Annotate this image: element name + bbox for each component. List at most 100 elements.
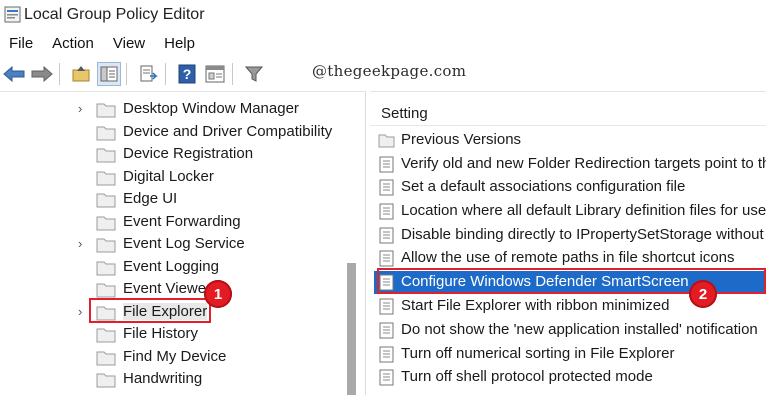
chevron-right-icon[interactable]: ›	[78, 101, 82, 116]
toolbar-separator	[165, 63, 166, 85]
annotation-badge-1: 1	[204, 280, 232, 308]
policy-setting-icon	[379, 250, 394, 267]
settings-item-label: Turn off numerical sorting in File Explo…	[401, 345, 675, 362]
help-button[interactable]: ?	[175, 62, 199, 86]
properties-icon	[205, 65, 225, 83]
settings-item-label: Disable binding directly to IPropertySet…	[401, 226, 766, 243]
tree-item-label: Edge UI	[123, 190, 178, 207]
folder-icon	[96, 103, 116, 118]
window-title: Local Group Policy Editor	[24, 6, 205, 23]
folder-icon	[96, 193, 116, 208]
menu-action[interactable]: Action	[52, 33, 94, 55]
help-icon: ?	[178, 64, 196, 84]
settings-item-policy[interactable]: Turn off shell protocol protected mode	[374, 366, 766, 389]
tree-item-label: Event Viewer	[123, 280, 212, 297]
settings-item-label: Verify old and new Folder Redirection ta…	[401, 155, 766, 172]
menu-file[interactable]: File	[9, 33, 33, 55]
menu-help[interactable]: Help	[164, 33, 195, 55]
tree-item-label: File History	[123, 325, 199, 342]
tree-item-desktop-window-manager[interactable]: › Desktop Window Manager	[0, 99, 346, 121]
tree-item-event-logging[interactable]: Event Logging	[0, 257, 346, 279]
settings-item-label: Start File Explorer with ribbon minimize…	[401, 297, 670, 314]
tree-item-device-driver-compatibility[interactable]: Device and Driver Compatibility	[0, 122, 346, 144]
tree-scrollbar-thumb[interactable]	[347, 263, 356, 395]
tree-item-label: Event Log Service	[123, 235, 245, 252]
settings-item-label: Allow the use of remote paths in file sh…	[401, 249, 735, 266]
settings-pane: Setting Previous Versions Verify old and…	[370, 91, 766, 395]
menu-view[interactable]: View	[113, 33, 145, 55]
folder-icon	[96, 283, 116, 298]
export-list-icon	[140, 65, 158, 82]
properties-button[interactable]	[203, 62, 227, 86]
show-hide-tree-icon	[100, 66, 118, 82]
policy-setting-icon	[379, 346, 394, 363]
forward-button[interactable]	[30, 62, 54, 86]
tree-item-handwriting[interactable]: Handwriting	[0, 369, 346, 391]
header-divider	[370, 125, 766, 126]
settings-item-policy[interactable]: Location where all default Library defin…	[374, 200, 766, 223]
tree-item-event-log-service[interactable]: › Event Log Service	[0, 234, 346, 256]
back-button[interactable]	[2, 62, 26, 86]
folder-icon	[96, 216, 116, 231]
policy-setting-icon	[379, 203, 394, 220]
folder-icon	[96, 373, 116, 388]
tree-item-label: Device Registration	[123, 145, 254, 162]
settings-item-policy[interactable]: Verify old and new Folder Redirection ta…	[374, 153, 766, 176]
policy-setting-icon	[379, 369, 394, 386]
settings-item-label: Set a default associations configuration…	[401, 178, 686, 195]
folder-icon	[96, 148, 116, 163]
settings-item-policy[interactable]: Disable binding directly to IPropertySet…	[374, 224, 766, 247]
tree-item-label: Desktop Window Manager	[123, 100, 299, 117]
svg-text:?: ?	[183, 66, 192, 82]
tree-item-label: Digital Locker	[123, 168, 214, 185]
folder-icon	[96, 238, 116, 253]
folder-icon	[96, 171, 116, 186]
folder-icon	[378, 134, 395, 148]
tree-item-label: Find My Device	[123, 348, 227, 365]
show-hide-tree-button[interactable]	[97, 62, 121, 86]
settings-item-policy[interactable]: Do not show the 'new application install…	[374, 319, 766, 342]
annotation-box-file-explorer	[89, 298, 211, 323]
tree-item-event-forwarding[interactable]: Event Forwarding	[0, 212, 346, 234]
tree-item-edge-ui[interactable]: Edge UI	[0, 189, 346, 211]
chevron-right-icon[interactable]: ›	[78, 236, 82, 251]
settings-item-policy[interactable]: Set a default associations configuration…	[374, 176, 766, 199]
folder-icon	[96, 126, 116, 141]
toolbar-separator	[59, 63, 60, 85]
chevron-right-icon[interactable]: ›	[78, 304, 82, 319]
group-policy-app-icon	[4, 6, 21, 23]
settings-item-label: Previous Versions	[401, 131, 522, 148]
settings-item-policy[interactable]: Allow the use of remote paths in file sh…	[374, 247, 766, 270]
tree-item-label: Event Forwarding	[123, 213, 241, 230]
settings-item-previous-versions[interactable]: Previous Versions	[374, 129, 766, 152]
folder-icon	[96, 261, 116, 276]
settings-item-label: Turn off shell protocol protected mode	[401, 368, 653, 385]
tree-item-digital-locker[interactable]: Digital Locker	[0, 167, 346, 189]
export-list-button[interactable]	[136, 62, 160, 86]
tree-item-label: Device and Driver Compatibility	[123, 123, 333, 140]
policy-setting-icon	[379, 227, 394, 244]
tree-item-device-registration[interactable]: Device Registration	[0, 144, 346, 166]
up-button[interactable]	[69, 62, 93, 86]
title-bar: Local Group Policy Editor	[0, 0, 766, 32]
tree-item-find-my-device[interactable]: Find My Device	[0, 347, 346, 369]
policy-setting-icon	[379, 179, 394, 196]
forward-arrow-icon	[31, 66, 53, 82]
menu-bar: File Action View Help	[0, 33, 766, 55]
settings-item-label: Do not show the 'new application install…	[401, 321, 758, 338]
policy-setting-icon	[379, 298, 394, 315]
folder-icon	[96, 328, 116, 343]
watermark: @thegeekpage.com	[312, 62, 467, 80]
tree-item-label: Event Logging	[123, 258, 219, 275]
toolbar-separator	[126, 63, 127, 85]
policy-setting-icon	[379, 156, 394, 173]
annotation-badge-2: 2	[689, 280, 717, 308]
setting-column-header[interactable]: Setting	[381, 105, 428, 122]
back-arrow-icon	[3, 66, 25, 82]
up-folder-icon	[72, 66, 90, 82]
filter-button[interactable]	[242, 62, 266, 86]
filter-icon	[245, 66, 263, 82]
settings-item-policy[interactable]: Turn off numerical sorting in File Explo…	[374, 343, 766, 366]
tree-item-label: Handwriting	[123, 370, 203, 387]
tree-item-file-history[interactable]: File History	[0, 324, 346, 346]
